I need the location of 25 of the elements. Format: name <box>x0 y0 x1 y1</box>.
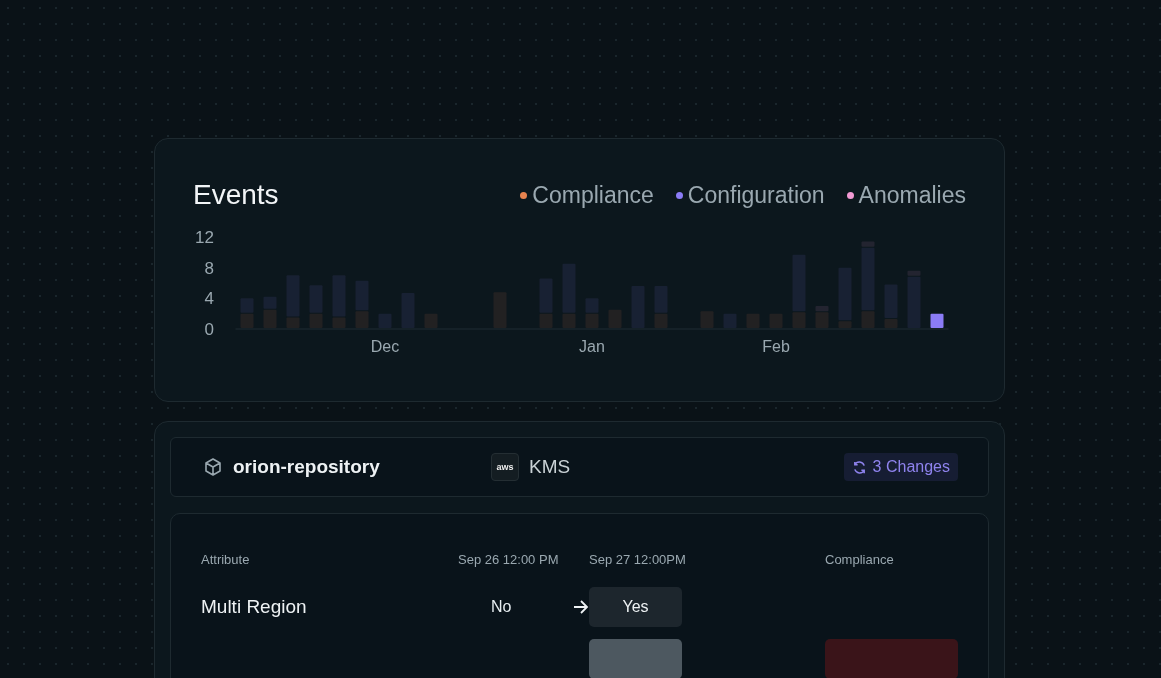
card-title: Events <box>193 179 279 211</box>
x-tick-label: Dec <box>370 338 400 355</box>
cube-icon <box>203 457 223 477</box>
x-tick-label: Jan <box>579 338 605 355</box>
legend-label: Configuration <box>687 181 825 209</box>
new-value: Yes <box>589 587 682 627</box>
changes-button[interactable]: 3 Changes <box>843 453 958 481</box>
service-name: KMS <box>529 456 571 478</box>
y-tick-label: 0 <box>204 320 214 339</box>
legend-label: Compliance <box>532 181 654 209</box>
column-header: Sep 26 12:00 PM <box>458 552 560 567</box>
resource-name: orion-repository <box>233 456 380 478</box>
y-tick-label: 12 <box>195 228 214 247</box>
column-header: Compliance <box>825 552 895 567</box>
column-header: Sep 27 12:00PM <box>589 552 687 567</box>
x-tick-label: Feb <box>762 338 790 355</box>
provider-logo: aws <box>491 453 519 481</box>
y-tick-label: 8 <box>204 258 214 278</box>
y-tick-label: 4 <box>204 289 214 309</box>
attribute-name: Multi Region <box>201 596 308 618</box>
arrow-right-icon <box>573 600 589 614</box>
column-header: Attribute <box>201 552 251 567</box>
old-value: No <box>491 598 512 616</box>
refresh-icon <box>851 459 867 475</box>
legend-label: Anomalies <box>858 181 966 209</box>
